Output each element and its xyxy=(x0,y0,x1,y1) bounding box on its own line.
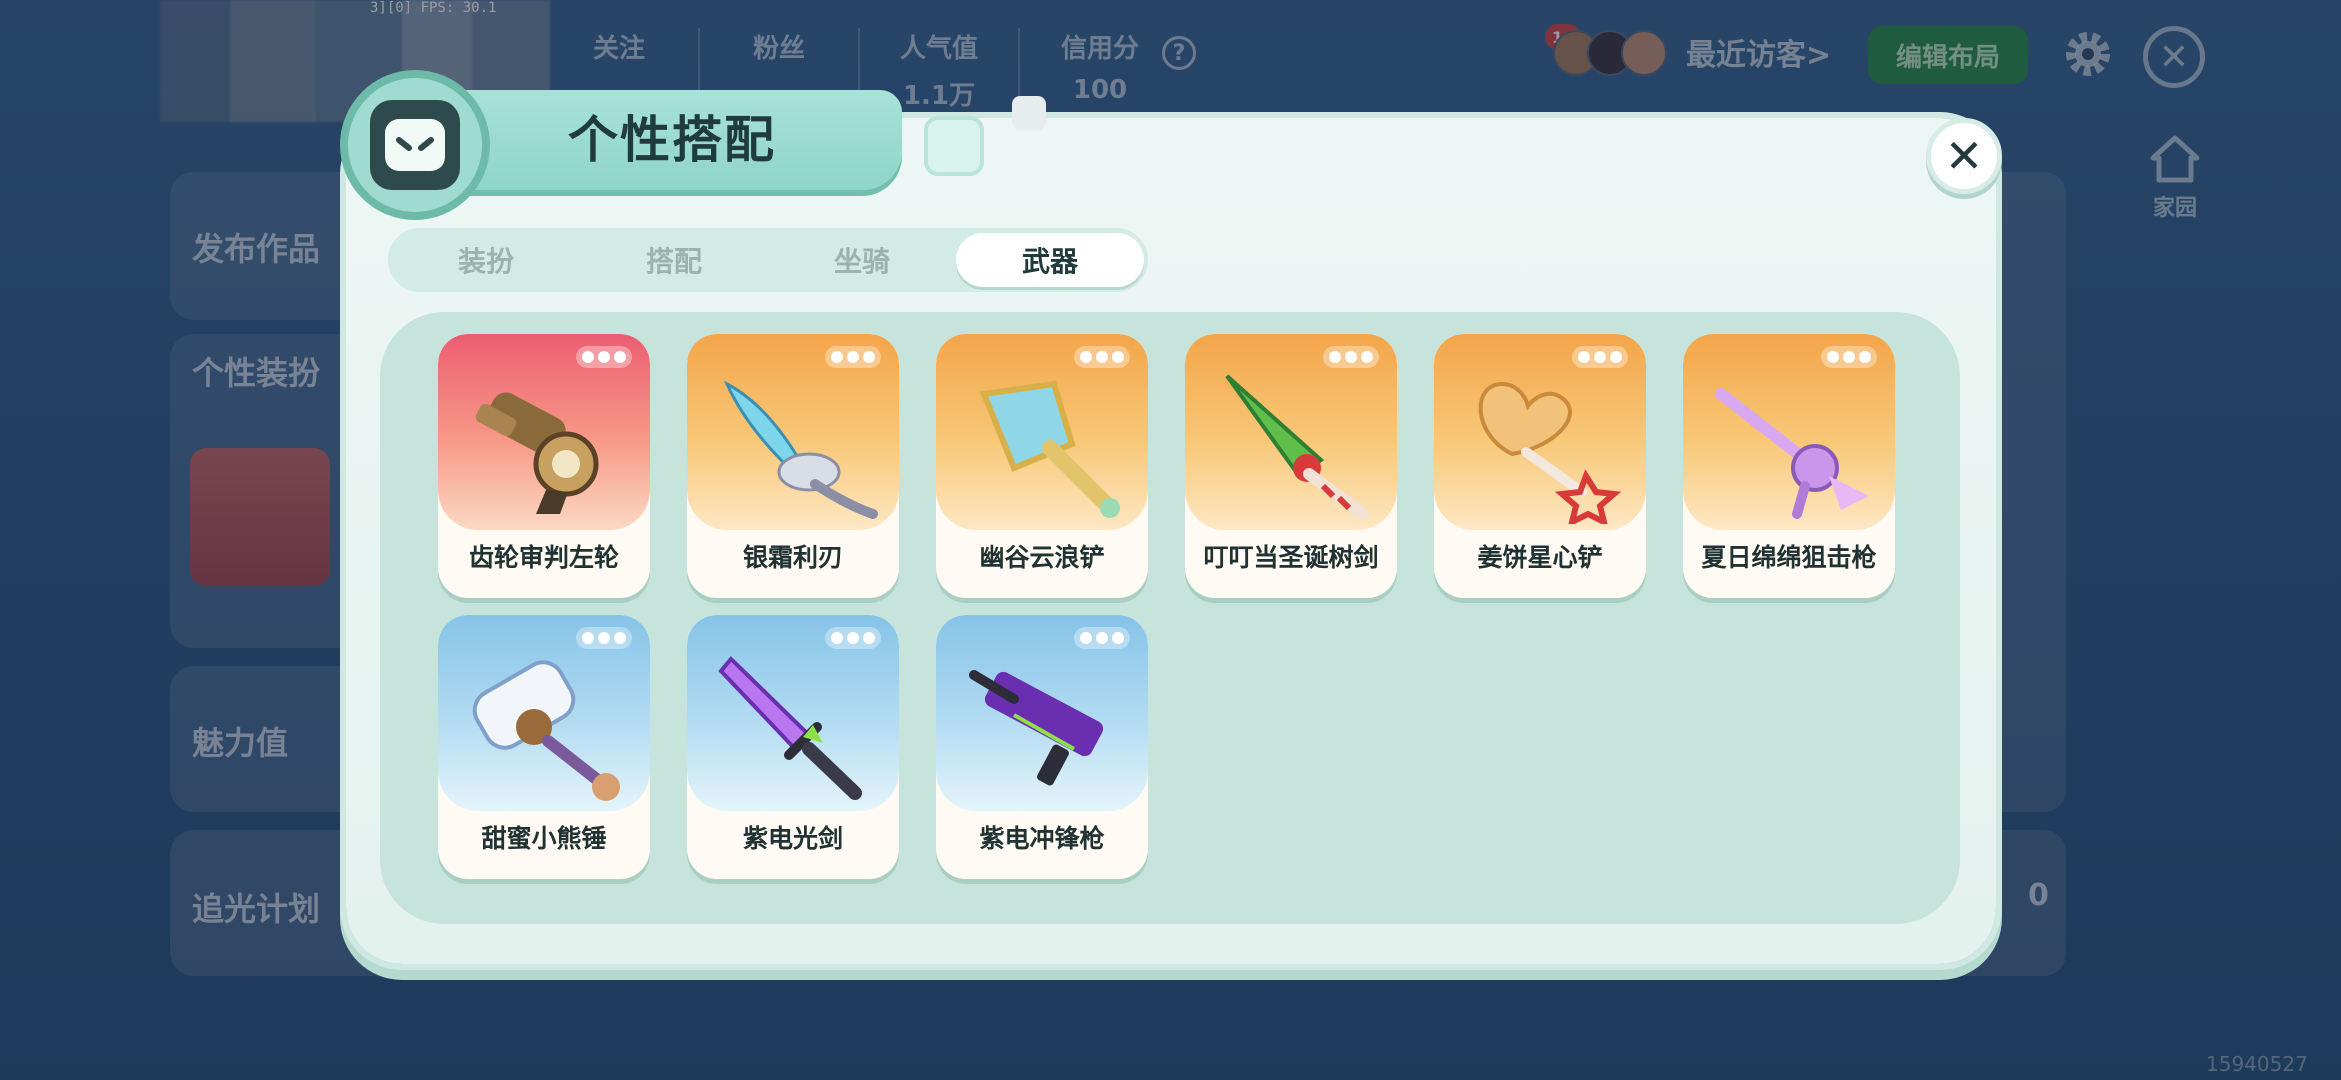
weapon-name: 齿轮审判左轮 xyxy=(468,543,619,572)
shovel-icon xyxy=(979,380,1120,518)
tab-outfit[interactable]: 装扮 xyxy=(392,233,580,287)
weapon-name: 紫电冲锋枪 xyxy=(979,824,1105,853)
sword-icon xyxy=(718,656,862,800)
tab-combo[interactable]: 搭配 xyxy=(580,233,768,287)
hammer-icon xyxy=(472,660,620,801)
weapon-name: 紫电光剑 xyxy=(742,824,843,853)
decorative-square xyxy=(1012,96,1046,130)
weapon-name: 银霜利刃 xyxy=(742,543,843,572)
weapon-name: 幽谷云浪铲 xyxy=(979,543,1105,572)
category-tabs: 装扮 搭配 坐骑 武器 xyxy=(388,228,1148,292)
gingerbread-shovel-icon xyxy=(1478,381,1622,524)
sniper-icon xyxy=(1715,388,1869,519)
weapon-name: 甜蜜小熊锤 xyxy=(481,824,607,853)
weapon-card-summer-sniper[interactable]: 夏日绵绵狙击枪 xyxy=(1683,334,1895,598)
weapon-card-bear-hammer[interactable]: 甜蜜小熊锤 xyxy=(438,615,650,879)
tree-sword-icon xyxy=(1225,374,1369,520)
weapon-card-christmas-tree-sword[interactable]: 叮叮当圣诞树剑 xyxy=(1185,334,1397,598)
title-emblem-icon xyxy=(340,70,490,220)
revolver-icon xyxy=(475,392,599,514)
close-modal-button[interactable]: ✕ xyxy=(1926,118,2002,194)
smg-icon xyxy=(969,670,1104,786)
tab-weapon[interactable]: 武器 xyxy=(956,233,1144,287)
weapon-card-valley-shovel[interactable]: 幽谷云浪铲 xyxy=(936,334,1148,598)
weapon-name: 姜饼星心铲 xyxy=(1477,543,1603,572)
tab-mount[interactable]: 坐骑 xyxy=(768,233,956,287)
weapon-name: 夏日绵绵狙击枪 xyxy=(1701,543,1877,572)
weapon-card-purple-smg[interactable]: 紫电冲锋枪 xyxy=(936,615,1148,879)
weapon-card-silver-frost-blade[interactable]: 银霜利刃 xyxy=(687,334,899,598)
weapon-card-gingerbread-shovel[interactable]: 姜饼星心铲 xyxy=(1434,334,1646,598)
weapon-card-purple-lightsaber[interactable]: 紫电光剑 xyxy=(687,615,899,879)
weapon-card-gear-revolver[interactable]: 齿轮审判左轮 xyxy=(438,334,650,598)
decorative-square xyxy=(924,116,984,176)
modal-title: 个性搭配 xyxy=(568,111,776,169)
weapon-name: 叮叮当圣诞树剑 xyxy=(1203,543,1379,572)
blade-icon xyxy=(723,380,878,519)
